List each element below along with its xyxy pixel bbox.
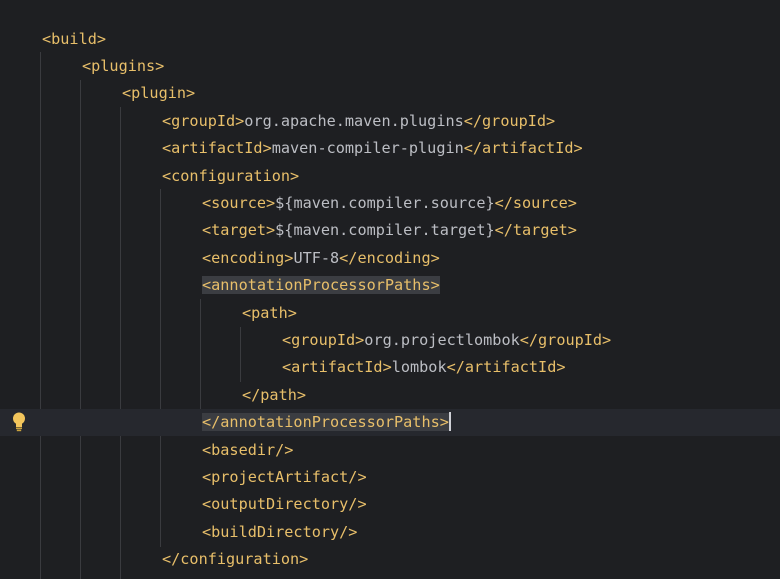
xml-tag: </path> [242,385,307,404]
code-line-text: <projectArtifact/> [202,464,367,491]
xml-tag: <path> [242,303,297,322]
code-line[interactable]: <build> [0,26,780,53]
code-line-text: <outputDirectory/> [202,491,367,518]
code-line-text: <plugin> [122,80,195,107]
code-line-text: <basedir/> [202,437,293,464]
xml-text: ${maven.compiler.target} [275,221,495,240]
xml-tag: </groupId> [463,111,556,130]
code-line-text: <plugins> [82,53,164,80]
code-line-text: <artifactId>maven-compiler-plugin</artif… [162,135,583,162]
xml-tag: <plugins> [82,56,165,75]
xml-tag: </encoding> [339,248,440,267]
xml-text: lombok [391,358,447,377]
code-line[interactable]: <source>${maven.compiler.source}</source… [0,190,780,217]
xml-text: org.apache.maven.plugins [244,111,464,130]
code-line-text: <annotationProcessorPaths> [202,272,440,299]
xml-tag: <groupId> [162,111,245,130]
code-line-text: <groupId>org.projectlombok</groupId> [282,327,611,354]
xml-tag: </source> [494,193,577,212]
code-line[interactable]: <configuration> [0,163,780,190]
code-line-text: <groupId>org.apache.maven.plugins</group… [162,108,555,135]
lightbulb-icon[interactable] [10,411,28,433]
xml-text: UTF-8 [293,248,340,267]
code-line[interactable]: <target>${maven.compiler.target}</target… [0,217,780,244]
xml-tag: <basedir/> [202,440,294,459]
code-line[interactable]: </path> [0,382,780,409]
xml-tag: <buildDirectory/> [202,522,358,541]
code-line[interactable]: <groupId>org.projectlombok</groupId> [0,327,780,354]
code-line[interactable]: </annotationProcessorPaths> [0,409,780,437]
code-line[interactable]: <buildDirectory/> [0,519,780,546]
xml-tag: </annotationProcessorPaths> [202,413,449,432]
code-line[interactable]: <projectArtifact/> [0,464,780,491]
code-line-text: <buildDirectory/> [202,519,357,546]
code-line-text: </configuration> [162,546,308,573]
xml-tag: </configuration> [162,550,309,569]
code-line[interactable]: <groupId>org.apache.maven.plugins</group… [0,108,780,135]
xml-tag: </target> [494,221,577,240]
xml-tag: <plugin> [122,84,196,103]
xml-tag: <encoding> [202,248,294,267]
code-line-text: </annotationProcessorPaths> [202,409,451,436]
code-line-text: <configuration> [162,163,299,190]
xml-tag: </groupId> [519,330,612,349]
code-line-text: <source>${maven.compiler.source}</source… [202,190,577,217]
xml-text: maven-compiler-plugin [271,139,464,158]
xml-tag: </artifactId> [463,139,583,158]
xml-tag: <build> [42,29,107,48]
code-line[interactable]: <annotationProcessorPaths> [0,272,780,299]
code-editor[interactable]: <build> <plugins> <plugin> <groupId>org.apa… [0,0,780,579]
code-line[interactable]: </configuration> [0,546,780,573]
code-line[interactable]: <path> [0,300,780,327]
xml-tag: <annotationProcessorPaths> [202,276,440,295]
code-line[interactable]: <outputDirectory/> [0,491,780,518]
code-line[interactable]: <artifactId>lombok</artifactId> [0,354,780,381]
xml-tag: <artifactId> [282,358,392,377]
xml-tag: <target> [202,221,276,240]
code-line-text: </path> [242,382,306,409]
code-line[interactable]: <encoding>UTF-8</encoding> [0,245,780,272]
xml-tag: </artifactId> [446,358,566,377]
xml-text: ${maven.compiler.source} [275,193,495,212]
xml-tag: <projectArtifact/> [202,467,367,486]
code-line[interactable]: <plugins> [0,53,780,80]
xml-text: org.projectlombok [364,330,520,349]
code-line-text: <artifactId>lombok</artifactId> [282,354,565,381]
code-line-text: <path> [242,300,297,327]
text-caret [448,412,451,432]
xml-tag: <outputDirectory/> [202,495,367,514]
code-line-text: <target>${maven.compiler.target}</target… [202,217,577,244]
xml-tag: <groupId> [282,330,365,349]
xml-tag: <source> [202,193,276,212]
code-line-text: <build> [42,26,106,53]
xml-tag: <artifactId> [162,139,272,158]
code-line[interactable]: <artifactId>maven-compiler-plugin</artif… [0,135,780,162]
code-line[interactable]: <basedir/> [0,437,780,464]
code-line-text: <encoding>UTF-8</encoding> [202,245,440,272]
code-line[interactable]: <plugin> [0,80,780,107]
xml-tag: <configuration> [162,166,300,185]
